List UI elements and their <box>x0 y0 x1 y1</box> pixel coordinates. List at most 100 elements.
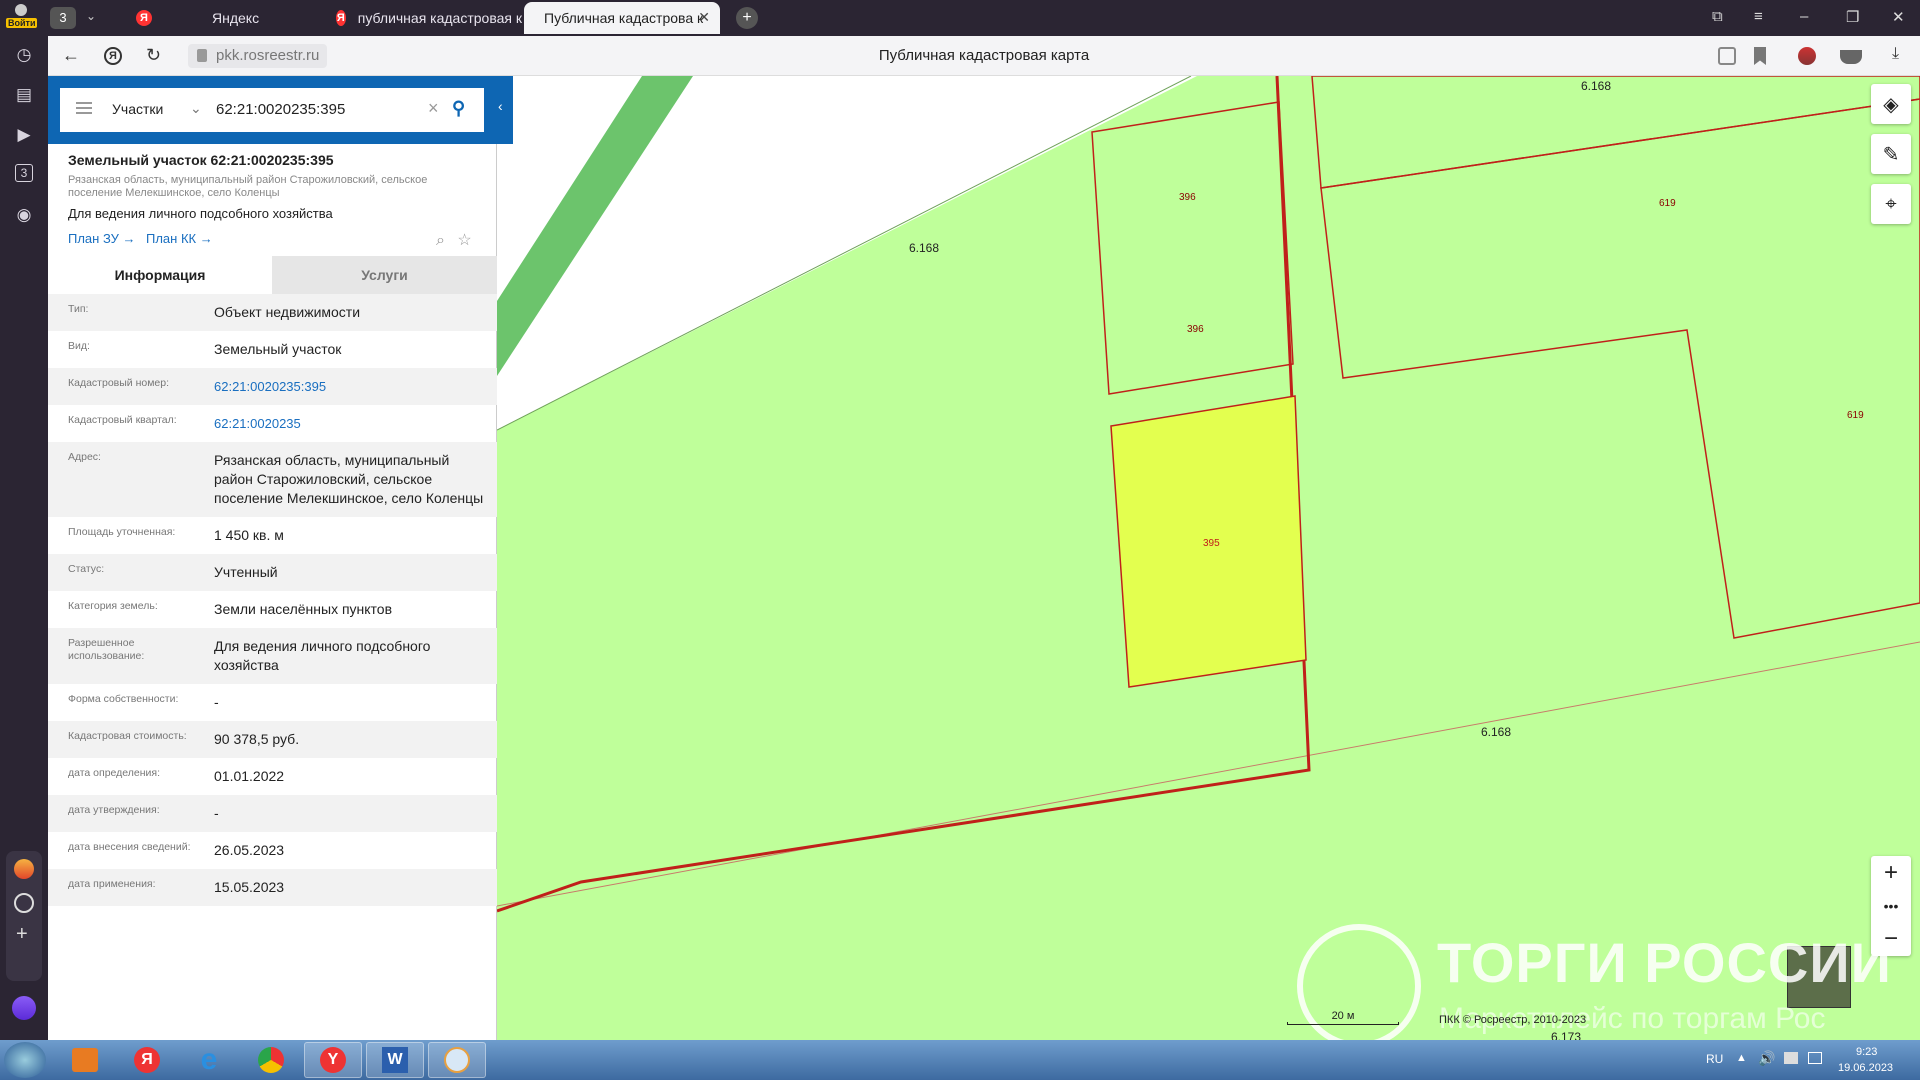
add-app-icon[interactable]: + <box>16 923 28 946</box>
chevron-down-icon[interactable]: ⌄ <box>190 100 202 117</box>
plan-kk-link[interactable]: План КК → <box>146 231 213 246</box>
cadastral-map[interactable]: 6.168 6.168 6.168 6.173 396 396 395 619 … <box>497 76 1920 1040</box>
attribute-row: Кадастровая стоимость: 90 378,5 руб. <box>48 721 497 758</box>
yandex-browser-icon[interactable]: Я <box>118 1042 176 1078</box>
chevron-down-icon[interactable]: ⌄ <box>86 9 96 23</box>
attribute-row: дата применения: 15.05.2023 <box>48 869 497 906</box>
menu-icon[interactable] <box>76 102 92 114</box>
zen-icon[interactable]: 3 <box>15 164 33 182</box>
attribute-row: Площадь уточненная: 1 450 кв. м <box>68 526 284 543</box>
reader-icon[interactable] <box>1718 47 1736 65</box>
page-title: Публичная кадастровая карта <box>878 47 1090 64</box>
sidebar-apps-group: + <box>6 851 42 981</box>
start-button[interactable] <box>4 1042 46 1078</box>
alice-assistant-icon[interactable] <box>12 996 36 1020</box>
yandex-icon: Я <box>136 10 152 26</box>
word-icon[interactable]: W <box>366 1042 424 1078</box>
browser-sidebar: ◷ ▤ ▶ 3 ◉ + ••• <box>0 36 48 1052</box>
download-icon[interactable]: ⤓ <box>1892 45 1899 63</box>
login-badge[interactable]: Войти <box>6 18 38 28</box>
zoom-in-button[interactable]: + <box>1871 856 1911 889</box>
collections-icon[interactable]: ▤ <box>13 84 35 106</box>
zoom-to-parcel-icon[interactable]: ⌕ <box>436 232 445 249</box>
tray-expand-icon[interactable]: ▲ <box>1736 1052 1747 1064</box>
close-icon[interactable]: ✕ <box>698 9 710 26</box>
messenger-app-icon[interactable] <box>14 893 34 913</box>
info-panel: Участки ⌄ 62:21:0020235:395 × ⚲ ‹ Земель… <box>48 76 513 1040</box>
tab-information[interactable]: Информация <box>48 256 272 294</box>
menu-icon[interactable]: ≡ <box>1754 8 1763 25</box>
video-icon[interactable]: ▶ <box>13 124 35 146</box>
yandex-icon: Я <box>336 10 346 26</box>
parcel-label-395: 395 <box>1203 538 1220 549</box>
parcel-label-396a: 396 <box>1179 192 1196 203</box>
parcel-title: Земельный участок 62:21:0020235:395 <box>68 152 334 168</box>
internet-explorer-icon[interactable]: e <box>180 1042 238 1078</box>
zone-label-b: 6.168 <box>1581 79 1611 93</box>
search-type-select[interactable]: Участки <box>112 101 163 117</box>
attribute-row: Кадастровый квартал: 62:21:0020235 <box>48 405 497 442</box>
close-window-icon[interactable]: ✕ <box>1892 8 1905 26</box>
clock-date[interactable]: 19.06.2023 <box>1838 1062 1893 1074</box>
search-icon[interactable]: ⚲ <box>452 98 465 119</box>
minimize-icon[interactable]: – <box>1800 8 1808 25</box>
crosshair-icon: ⌖ <box>1885 192 1897 215</box>
clear-icon[interactable]: × <box>428 98 439 119</box>
search-bar: Участки ⌄ 62:21:0020235:395 × ⚲ ‹ <box>48 76 513 144</box>
plan-zu-link[interactable]: План ЗУ → <box>68 231 136 246</box>
language-indicator[interactable]: RU <box>1706 1052 1723 1066</box>
extension-icon[interactable] <box>1798 47 1816 65</box>
cadastral-number-link[interactable]: 62:21:0020235:395 <box>214 377 484 396</box>
attribute-row: дата утверждения: - <box>48 795 497 832</box>
clock-time[interactable]: 9:23 <box>1856 1046 1877 1058</box>
zone-label-a: 6.168 <box>909 241 939 255</box>
locate-button[interactable]: ⌖ <box>1871 184 1911 224</box>
protect-icon[interactable] <box>1840 50 1862 64</box>
search-input[interactable]: 62:21:0020235:395 <box>216 101 345 118</box>
volume-icon[interactable]: 🔊 <box>1758 1050 1775 1067</box>
layers-icon: ◈ <box>1883 93 1899 116</box>
camera-icon[interactable]: ◉ <box>13 204 35 226</box>
taskbar: Я e Y W RU ▲ 🔊 9:23 19.06.2023 <box>0 1040 1920 1080</box>
tab-yandex[interactable]: Я Яндекс <box>126 2 326 34</box>
action-center-icon[interactable] <box>1808 1052 1822 1064</box>
scale-bar: 20 м <box>1287 1010 1399 1025</box>
cadastral-quarter-link[interactable]: 62:21:0020235 <box>214 414 484 433</box>
zoom-more-button[interactable]: ••• <box>1871 889 1911 922</box>
bookmarks-panel-icon[interactable]: ⧉ <box>1712 8 1723 25</box>
weather-app-icon[interactable] <box>14 859 34 879</box>
network-icon[interactable] <box>1784 1052 1798 1064</box>
yandex-app-icon[interactable]: Y <box>304 1042 362 1078</box>
attribute-row: Адрес: Рязанская область, муниципальный р… <box>48 442 497 517</box>
tab-services[interactable]: Услуги <box>272 256 497 294</box>
restore-icon[interactable]: ❐ <box>1846 8 1859 26</box>
map-canvas[interactable]: 6.168 6.168 6.168 6.173 396 396 395 619 … <box>497 76 1920 1040</box>
attribute-row: Статус: Учтенный <box>48 554 497 591</box>
profile-avatar[interactable]: Войти <box>6 4 38 32</box>
tab-search-cadastral[interactable]: Я публичная кадастровая к <box>326 2 522 34</box>
star-icon[interactable]: ☆ <box>457 232 471 249</box>
measure-button[interactable]: ✎ <box>1871 134 1911 174</box>
map-copyright: ПКК © Росреестр, 2010-2023 <box>1439 1014 1587 1026</box>
tab-count-button[interactable]: 3 <box>50 7 76 29</box>
new-tab-button[interactable]: + <box>736 7 758 29</box>
attribute-row: дата внесения сведений: 26.05.2023 <box>68 841 285 858</box>
search-box: Участки ⌄ 62:21:0020235:395 × ⚲ <box>60 88 484 132</box>
browser-tab-strip: Войти 3 ⌄ Я Яндекс Я публичная кадастров… <box>0 0 1920 36</box>
tab-cadastral-map[interactable]: Публичная кадастрова к ✕ <box>524 2 720 34</box>
attribute-row: дата определения: 01.01.2022 <box>68 767 285 784</box>
attribute-row: Разрешенное использование: Для ведения ли… <box>48 628 497 684</box>
collapse-panel-icon[interactable]: ‹ <box>498 98 503 114</box>
parcel-label-619b: 619 <box>1847 410 1864 421</box>
zone-label-c: 6.168 <box>1481 725 1511 739</box>
media-player-icon[interactable] <box>56 1042 114 1078</box>
paint-icon[interactable] <box>428 1042 486 1078</box>
chrome-icon[interactable] <box>242 1042 300 1078</box>
layers-button[interactable]: ◈ <box>1871 84 1911 124</box>
attribute-row: Категория земель: Земли населённых пункто… <box>68 600 393 617</box>
parcel-label-619a: 619 <box>1659 198 1676 209</box>
parcel-address: Рязанская область, муниципальный район С… <box>68 174 428 199</box>
history-icon[interactable]: ◷ <box>13 44 35 66</box>
attribute-list: Тип: Объект недвижимости Вид: Земельный уч… <box>48 294 497 906</box>
panel-actions: ⌕ ☆ <box>436 230 472 250</box>
